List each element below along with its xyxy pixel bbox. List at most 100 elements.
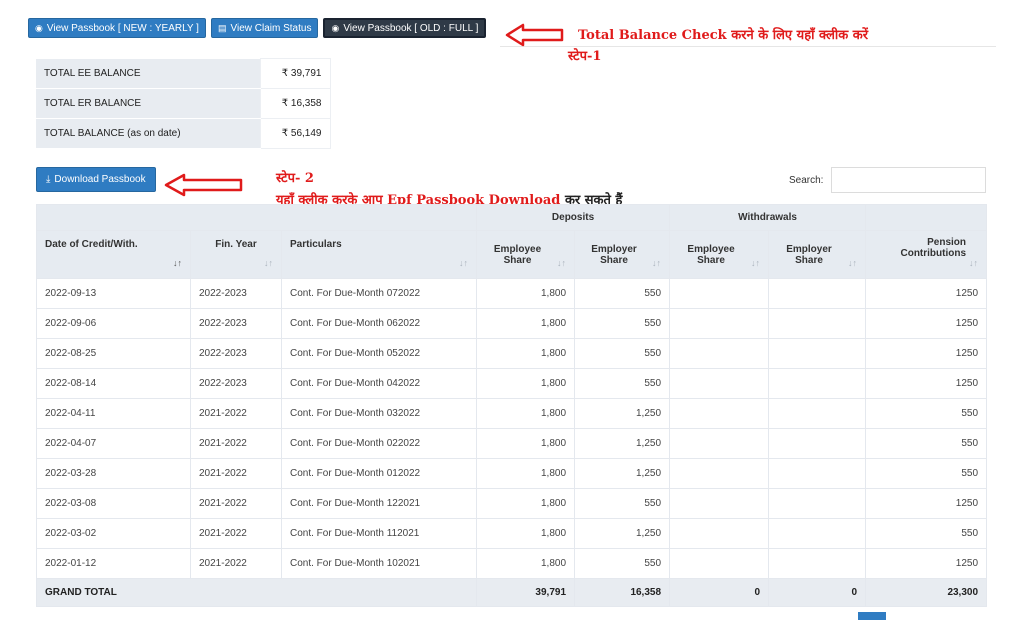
cell-withdrawal-employer bbox=[768, 398, 867, 429]
balance-value: ₹ 56,149 bbox=[259, 118, 331, 149]
step1-number: स्टेप-1 bbox=[568, 49, 602, 64]
cell-pension: 1250 bbox=[865, 308, 988, 339]
sort-icon: ↓↑ bbox=[173, 258, 182, 268]
grand-total-label: GRAND TOTAL bbox=[35, 578, 478, 607]
column-header-label: Contributions bbox=[900, 248, 967, 259]
cell-date: 2022-03-02 bbox=[36, 518, 191, 549]
column-header-label: Employee bbox=[493, 243, 542, 255]
table-row: 2022-09-13 2022-2023 Cont. For Due-Month 0… bbox=[36, 278, 988, 309]
cell-fin-year: 2021-2022 bbox=[190, 428, 282, 459]
step1-annotation: Total Balance Check करने के लिए यहाँ क्ल… bbox=[578, 25, 868, 43]
cell-fin-year: 2021-2022 bbox=[190, 488, 282, 519]
cell-particulars: Cont. For Due-Month 052022 bbox=[280, 338, 478, 369]
download-passbook-label: Download Passbook bbox=[54, 174, 146, 185]
column-header-pension[interactable]: Pension Contributions ↓↑ bbox=[865, 230, 988, 279]
sort-icon: ↓↑ bbox=[848, 258, 858, 268]
grand-total-deposit-employer: 16,358 bbox=[574, 578, 671, 607]
column-header-date[interactable]: Date of Credit/With. ↓↑ bbox=[36, 230, 191, 279]
group-header-pension-blank bbox=[865, 204, 988, 231]
passbook-table: Deposits Withdrawals Date of Credit/With… bbox=[35, 204, 988, 607]
cell-date: 2022-09-13 bbox=[36, 278, 191, 309]
cell-fin-year: 2021-2022 bbox=[190, 458, 282, 489]
table-row: 2022-01-12 2021-2022 Cont. For Due-Month 1… bbox=[36, 548, 988, 579]
cell-deposit-employer: 1,250 bbox=[574, 428, 671, 459]
cell-withdrawal-employer bbox=[768, 308, 867, 339]
cell-deposit-employer: 550 bbox=[574, 278, 671, 309]
column-header-particulars[interactable]: Particulars ↓↑ bbox=[280, 230, 478, 279]
cell-fin-year: 2022-2023 bbox=[190, 308, 282, 339]
download-passbook-button[interactable]: ⤓ Download Passbook bbox=[36, 167, 156, 192]
grand-total-withdrawal-employee: 0 bbox=[669, 578, 770, 607]
step1-text: Total Balance Check करने के लिए यहाँ क्ल… bbox=[578, 28, 869, 43]
column-header-withdrawal-employee-share[interactable]: Employee Share ↓↑ bbox=[669, 230, 770, 279]
sort-icon: ↓↑ bbox=[751, 258, 761, 268]
cell-deposit-employee: 1,800 bbox=[476, 398, 576, 429]
eye-icon: ◉ bbox=[35, 22, 43, 33]
cell-pension: 1250 bbox=[865, 278, 988, 309]
cell-date: 2022-09-06 bbox=[36, 308, 191, 339]
cell-particulars: Cont. For Due-Month 062022 bbox=[280, 308, 478, 339]
cell-particulars: Cont. For Due-Month 022022 bbox=[280, 428, 478, 459]
column-header-deposit-employer-share[interactable]: Employer Share ↓↑ bbox=[574, 230, 671, 279]
cell-pension: 1250 bbox=[865, 548, 988, 579]
table-row: 2022-08-25 2022-2023 Cont. For Due-Month 0… bbox=[36, 338, 988, 369]
cell-deposit-employer: 550 bbox=[574, 308, 671, 339]
cell-withdrawal-employer bbox=[768, 518, 867, 549]
view-claim-status-button[interactable]: ▤ View Claim Status bbox=[210, 18, 319, 38]
cell-date: 2022-04-11 bbox=[36, 398, 191, 429]
cell-particulars: Cont. For Due-Month 032022 bbox=[280, 398, 478, 429]
cell-fin-year: 2021-2022 bbox=[190, 518, 282, 549]
cell-deposit-employer: 550 bbox=[574, 338, 671, 369]
cell-withdrawal-employer bbox=[768, 548, 867, 579]
balance-label: TOTAL BALANCE (as on date) bbox=[36, 118, 260, 149]
view-claim-status-label: View Claim Status bbox=[230, 22, 312, 34]
table-row: 2022-03-02 2021-2022 Cont. For Due-Month 1… bbox=[36, 518, 988, 549]
column-header-label: Employer bbox=[786, 243, 832, 255]
grand-total-deposit-employee: 39,791 bbox=[476, 578, 576, 607]
cell-deposit-employee: 1,800 bbox=[476, 308, 576, 339]
cell-withdrawal-employer bbox=[768, 338, 867, 369]
column-header-label: Share bbox=[600, 254, 628, 266]
cell-fin-year: 2021-2022 bbox=[190, 398, 282, 429]
cell-pension: 1250 bbox=[865, 368, 988, 399]
cell-fin-year: 2022-2023 bbox=[190, 368, 282, 399]
cell-pension: 1250 bbox=[865, 488, 988, 519]
cell-withdrawal-employee bbox=[669, 458, 770, 489]
column-header-fin-year[interactable]: Fin. Year ↓↑ bbox=[190, 230, 282, 279]
cell-particulars: Cont. For Due-Month 012022 bbox=[280, 458, 478, 489]
column-header-label: Share bbox=[697, 254, 725, 266]
view-passbook-old-full-button[interactable]: ◉ View Passbook [ OLD : FULL ] bbox=[323, 18, 487, 38]
cell-date: 2022-04-07 bbox=[36, 428, 191, 459]
column-header-label: Share bbox=[503, 254, 532, 266]
passbook-toolbar: ◉ View Passbook [ NEW : YEARLY ] ▤ View … bbox=[28, 18, 487, 38]
column-header-withdrawal-employer-share[interactable]: Employer Share ↓↑ bbox=[768, 230, 867, 279]
grand-total-withdrawal-employer: 0 bbox=[768, 578, 867, 607]
column-header-deposit-employee-share[interactable]: Employee Share ↓↑ bbox=[476, 230, 576, 279]
cell-deposit-employer: 550 bbox=[574, 548, 671, 579]
cell-date: 2022-08-14 bbox=[36, 368, 191, 399]
balance-summary-table: TOTAL EE BALANCE ₹ 39,791 TOTAL ER BALAN… bbox=[36, 58, 331, 149]
cell-withdrawal-employee bbox=[669, 278, 770, 309]
pagination-active-page[interactable] bbox=[858, 612, 886, 620]
grand-total-row: GRAND TOTAL 39,791 16,358 0 0 23,300 bbox=[35, 578, 988, 607]
cell-deposit-employer: 1,250 bbox=[574, 398, 671, 429]
cell-particulars: Cont. For Due-Month 042022 bbox=[280, 368, 478, 399]
cell-particulars: Cont. For Due-Month 112021 bbox=[280, 518, 478, 549]
balance-value: ₹ 16,358 bbox=[259, 88, 331, 119]
column-header-label: Pension bbox=[927, 237, 967, 248]
sort-icon: ↓↑ bbox=[459, 258, 469, 268]
view-passbook-new-yearly-button[interactable]: ◉ View Passbook [ NEW : YEARLY ] bbox=[28, 18, 206, 38]
cell-particulars: Cont. For Due-Month 102021 bbox=[280, 548, 478, 579]
table-row: 2022-04-11 2021-2022 Cont. For Due-Month 0… bbox=[36, 398, 988, 429]
cell-deposit-employer: 1,250 bbox=[574, 518, 671, 549]
cell-withdrawal-employer bbox=[768, 368, 867, 399]
balance-row: TOTAL ER BALANCE ₹ 16,358 bbox=[36, 88, 331, 119]
cell-date: 2022-01-12 bbox=[36, 548, 191, 579]
table-row: 2022-03-28 2021-2022 Cont. For Due-Month 0… bbox=[36, 458, 988, 489]
search-input[interactable] bbox=[831, 167, 986, 193]
cell-withdrawal-employee bbox=[669, 368, 770, 399]
cell-withdrawal-employer bbox=[768, 428, 867, 459]
cell-withdrawal-employee bbox=[669, 428, 770, 459]
eye-icon: ◉ bbox=[331, 22, 340, 33]
download-icon: ⤓ bbox=[46, 174, 51, 185]
